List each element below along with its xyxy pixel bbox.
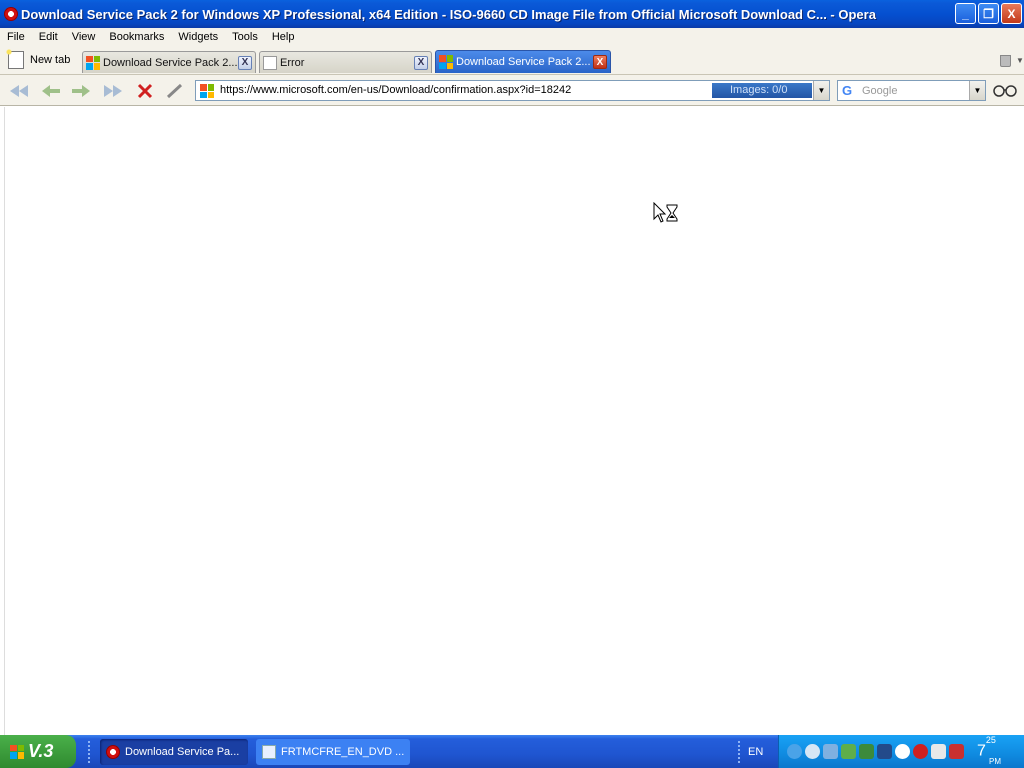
trash-button[interactable]: ▼ <box>998 52 1024 68</box>
menu-bar: File Edit View Bookmarks Widgets Tools H… <box>0 28 1024 46</box>
stop-icon <box>137 83 153 99</box>
new-page-icon <box>5 48 24 69</box>
tab-error[interactable]: Error X <box>259 51 432 73</box>
opera-icon <box>106 745 120 759</box>
taskbar-item-label: Download Service Pa... <box>125 746 240 758</box>
opera-icon <box>4 7 18 21</box>
forward-button[interactable] <box>70 82 92 100</box>
tab-label: Download Service Pack 2... <box>456 56 591 68</box>
minimize-button[interactable]: _ <box>955 3 976 24</box>
tray-icons <box>787 744 964 759</box>
download-icon[interactable] <box>895 744 910 759</box>
url-text[interactable]: https://www.microsoft.com/en-us/Download… <box>220 84 571 96</box>
start-button[interactable]: V.3 <box>0 735 76 768</box>
clock[interactable]: 725 PM <box>977 735 1001 766</box>
taskbar-item-opera[interactable]: Download Service Pa... <box>100 739 248 765</box>
window-title: Download Service Pack 2 for Windows XP P… <box>21 6 876 22</box>
start-label: V.3 <box>28 741 54 761</box>
back-button[interactable] <box>40 82 62 100</box>
rewind-button[interactable] <box>8 82 30 100</box>
search-field[interactable]: G Google ▼ <box>837 80 986 101</box>
rewind-icon <box>10 85 28 97</box>
tab-download-1[interactable]: Download Service Pack 2... X <box>82 51 256 73</box>
taskbar-grip[interactable] <box>88 741 91 763</box>
busy-cursor-icon <box>653 202 678 223</box>
tab-label: Error <box>280 56 305 69</box>
menu-view[interactable]: View <box>65 31 103 43</box>
tab-download-active[interactable]: Download Service Pack 2... X <box>435 50 611 73</box>
images-counter: Images: 0/0 <box>712 83 812 98</box>
close-button[interactable]: X <box>1001 3 1022 24</box>
tab-close-icon[interactable]: X <box>414 55 428 70</box>
tray-app-icon[interactable] <box>859 744 874 759</box>
menu-help[interactable]: Help <box>265 31 302 43</box>
tray-app-icon[interactable] <box>841 744 856 759</box>
pencil-icon <box>166 83 183 99</box>
fast-forward-icon <box>104 85 122 97</box>
microsoft-icon <box>86 55 100 70</box>
clock-hour: 7 <box>977 742 986 760</box>
taskbar-item-folder[interactable]: FRTMCFRE_EN_DVD ... <box>256 739 410 765</box>
microsoft-icon <box>200 84 214 98</box>
search-placeholder[interactable]: Google <box>862 85 897 97</box>
edit-button[interactable] <box>164 82 186 100</box>
trash-icon <box>1000 55 1011 67</box>
address-dropdown-button[interactable]: ▼ <box>813 81 829 100</box>
tab-close-icon[interactable]: X <box>593 55 607 69</box>
windows-logo-icon <box>10 744 24 759</box>
language-indicator[interactable]: EN <box>748 746 763 758</box>
menu-edit[interactable]: Edit <box>32 31 65 43</box>
chevron-down-icon: ▼ <box>973 86 982 95</box>
zoom-button[interactable] <box>993 83 1017 100</box>
search-dropdown-button[interactable]: ▼ <box>969 81 985 100</box>
restore-button[interactable]: ❐ <box>978 3 999 24</box>
chevron-down-icon: ▼ <box>817 86 826 95</box>
tray-app-icon[interactable] <box>805 744 820 759</box>
page-content[interactable] <box>4 107 1022 735</box>
tray-app-icon[interactable] <box>931 744 946 759</box>
opera-icon[interactable] <box>913 744 928 759</box>
forward-arrow-icon <box>72 85 90 97</box>
google-icon: G <box>842 83 853 98</box>
chevron-down-icon: ▼ <box>1016 56 1024 65</box>
microsoft-icon <box>439 55 453 69</box>
document-icon <box>263 55 277 70</box>
tray-app-icon[interactable] <box>877 744 892 759</box>
glasses-icon <box>993 85 1017 97</box>
navigation-bar: https://www.microsoft.com/en-us/Download… <box>0 75 1024 106</box>
network-icon[interactable] <box>787 744 802 759</box>
back-arrow-icon <box>42 85 60 97</box>
taskbar: V.3 Download Service Pa... FRTMCFRE_EN_D… <box>0 735 1024 768</box>
taskbar-item-label: FRTMCFRE_EN_DVD ... <box>281 746 405 758</box>
tab-label: Download Service Pack 2... <box>103 56 238 69</box>
clock-ampm: PM <box>989 757 1001 766</box>
tab-bar: New tab Download Service Pack 2... X Err… <box>0 46 1024 75</box>
menu-tools[interactable]: Tools <box>225 31 265 43</box>
menu-bookmarks[interactable]: Bookmarks <box>102 31 171 43</box>
messenger-icon[interactable] <box>823 744 838 759</box>
title-bar[interactable]: Download Service Pack 2 for Windows XP P… <box>0 0 1024 28</box>
address-field[interactable]: https://www.microsoft.com/en-us/Download… <box>195 80 830 101</box>
menu-widgets[interactable]: Widgets <box>171 31 225 43</box>
shield-icon[interactable] <box>949 744 964 759</box>
stop-button[interactable] <box>134 82 156 100</box>
taskbar-grip[interactable] <box>738 741 741 763</box>
tab-close-icon[interactable]: X <box>238 55 252 70</box>
menu-file[interactable]: File <box>0 31 32 43</box>
clock-minute: 25 <box>985 735 996 745</box>
new-tab-button[interactable]: New tab <box>5 48 71 70</box>
fast-forward-button[interactable] <box>102 82 124 100</box>
file-icon <box>262 745 276 759</box>
new-tab-label: New tab <box>30 54 71 66</box>
window-controls: _ ❐ X <box>955 3 1022 24</box>
system-tray: 725 PM <box>778 735 1024 768</box>
